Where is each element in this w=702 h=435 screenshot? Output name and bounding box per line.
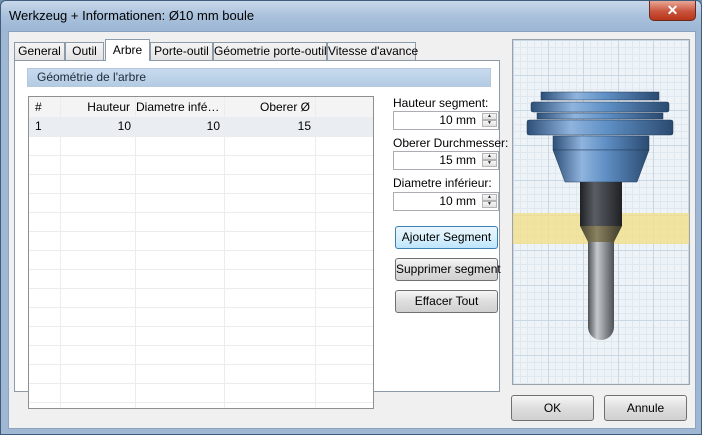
tab-arbre[interactable]: Arbre	[105, 39, 150, 61]
tab-vitesse-avance[interactable]: Vitesse d'avance	[327, 42, 419, 60]
oberer-durchmesser-value[interactable]: 15 mm	[439, 152, 476, 169]
row-divider	[29, 345, 373, 346]
row-divider	[29, 136, 373, 137]
column-header-num[interactable]: #	[35, 97, 60, 117]
spin-down-icon[interactable]: ▼	[482, 160, 497, 167]
add-segment-button[interactable]: Ajouter Segment	[395, 226, 498, 249]
spin-down-icon[interactable]: ▼	[482, 120, 497, 127]
row-divider	[29, 288, 373, 289]
close-button[interactable]: ✕	[649, 1, 696, 21]
diametre-inferieur-label: Diametre inférieur:	[393, 176, 492, 190]
dialog-window: Werkzeug + Informationen: Ø10 mm boule ✕…	[0, 0, 702, 435]
cell-hauteur: 10	[117, 119, 131, 133]
segment-table[interactable]: # Hauteur Diametre infé… Oberer Ø 1 10 1…	[28, 96, 374, 409]
row-divider	[29, 250, 373, 251]
clear-all-button[interactable]: Effacer Tout	[395, 290, 498, 313]
table-header: # Hauteur Diametre infé… Oberer Ø	[29, 97, 373, 118]
column-header-oberer[interactable]: Oberer Ø	[225, 97, 315, 117]
row-divider	[29, 402, 373, 403]
tab-label: General	[18, 44, 61, 58]
hauteur-segment-label: Hauteur segment:	[393, 96, 489, 110]
tool-preview-panel	[512, 39, 690, 385]
close-icon: ✕	[666, 2, 679, 18]
row-divider	[29, 174, 373, 175]
tab-panel-arbre: Géométrie de l'arbre # Hauteur Diametre …	[14, 60, 508, 409]
hauteur-segment-value[interactable]: 10 mm	[439, 112, 476, 129]
diametre-inferieur-value[interactable]: 10 mm	[439, 193, 476, 210]
tab-label: Vitesse d'avance	[328, 44, 419, 58]
spin-up-icon[interactable]: ▲	[482, 113, 497, 120]
window-title: Werkzeug + Informationen: Ø10 mm boule	[9, 8, 255, 23]
tab-label: Porte-outil	[154, 44, 209, 58]
delete-segment-button[interactable]: Supprimer segment	[395, 258, 501, 281]
cell-num: 1	[35, 119, 42, 133]
row-divider	[29, 383, 373, 384]
ok-button[interactable]: OK	[511, 395, 594, 421]
row-divider	[29, 212, 373, 213]
row-divider	[29, 193, 373, 194]
ball-mill-icon	[588, 242, 614, 340]
spin-down-icon[interactable]: ▼	[482, 201, 497, 208]
column-divider	[224, 97, 225, 408]
hauteur-segment-stepper[interactable]: 10 mm ▲ ▼	[393, 111, 499, 130]
table-row[interactable]: 1 10 10 15	[29, 117, 373, 136]
tab-label: Arbre	[112, 43, 143, 57]
row-divider	[29, 269, 373, 270]
column-divider	[135, 97, 136, 408]
diametre-inferieur-stepper[interactable]: 10 mm ▲ ▼	[393, 192, 499, 211]
tab-porte-outil[interactable]: Porte-outil	[150, 42, 213, 60]
tab-outil[interactable]: Outil	[65, 42, 104, 60]
group-header: Géométrie de l'arbre	[27, 68, 491, 87]
column-divider	[60, 97, 61, 408]
row-divider	[29, 326, 373, 327]
tab-label: Géometrie porte-outil	[214, 44, 327, 58]
column-header-hauteur[interactable]: Hauteur	[61, 97, 135, 117]
cancel-button[interactable]: Annule	[604, 395, 687, 421]
shaft-icon	[580, 182, 622, 226]
column-divider	[315, 97, 316, 408]
oberer-durchmesser-label: Oberer Durchmesser:	[393, 136, 509, 150]
spin-up-icon[interactable]: ▲	[482, 153, 497, 160]
row-divider	[29, 155, 373, 156]
column-header-diametre[interactable]: Diametre infé…	[136, 97, 224, 117]
tool-holder-icon	[526, 91, 674, 183]
title-bar[interactable]: Werkzeug + Informationen: Ø10 mm boule ✕	[1, 1, 701, 31]
tool-preview-drawing	[513, 91, 689, 340]
spin-up-icon[interactable]: ▲	[482, 194, 497, 201]
tab-general[interactable]: General	[14, 42, 65, 60]
row-divider	[29, 307, 373, 308]
row-divider	[29, 364, 373, 365]
tab-geometrie-porte-outil[interactable]: Géometrie porte-outil	[213, 42, 327, 60]
cell-diametre: 10	[206, 119, 220, 133]
cell-oberer: 15	[297, 119, 311, 133]
oberer-durchmesser-stepper[interactable]: 15 mm ▲ ▼	[393, 151, 499, 170]
tab-label: Outil	[72, 44, 97, 58]
row-divider	[29, 231, 373, 232]
dialog-client-area: General Outil Arbre Porte-outil Géometri…	[8, 31, 696, 429]
